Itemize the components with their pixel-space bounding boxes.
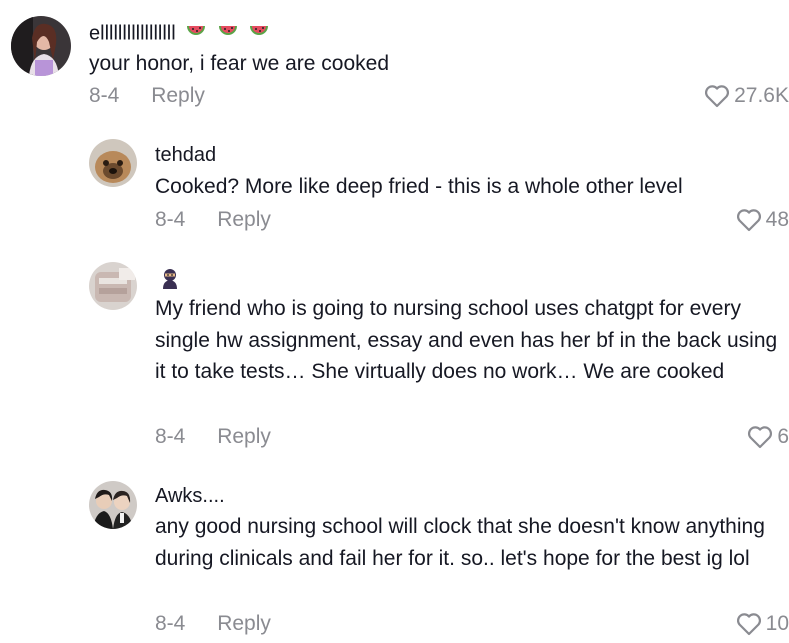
avatar[interactable] bbox=[89, 139, 137, 187]
ninja-icon bbox=[160, 267, 180, 295]
username[interactable]: tehdad bbox=[155, 144, 216, 167]
heart-icon bbox=[736, 612, 762, 636]
like-count: 10 bbox=[765, 612, 789, 635]
heart-icon bbox=[704, 84, 730, 108]
avatar[interactable] bbox=[89, 481, 137, 529]
watermelon-icon bbox=[248, 20, 270, 48]
reply-item: Awks.... any good nursing school will cl… bbox=[0, 475, 789, 643]
username[interactable]: Awks.... bbox=[155, 485, 225, 508]
heart-icon bbox=[736, 208, 762, 232]
reply-button[interactable]: Reply bbox=[217, 208, 271, 232]
reply-item: My friend who is going to nursing school… bbox=[0, 255, 789, 465]
like-button[interactable]: 6 bbox=[747, 425, 789, 449]
username-text: elllllllllllllllll bbox=[89, 22, 176, 45]
like-button[interactable]: 27.6K bbox=[704, 84, 789, 108]
avatar[interactable] bbox=[89, 262, 137, 310]
heart-icon bbox=[747, 425, 773, 449]
reply-item: tehdad Cooked? More like deep fried - th… bbox=[0, 130, 789, 240]
like-button[interactable]: 10 bbox=[736, 612, 789, 636]
watermelon-icon bbox=[217, 20, 239, 48]
reply-button[interactable]: Reply bbox=[151, 84, 205, 108]
comment-date: 8-4 bbox=[155, 425, 186, 448]
reply-button[interactable]: Reply bbox=[217, 425, 271, 449]
comment-item: elllllllllllllllll your honor, i fear we… bbox=[0, 0, 789, 120]
like-count: 48 bbox=[765, 208, 789, 231]
comment-text: Cooked? More like deep fried - this is a… bbox=[155, 175, 683, 198]
comment-text: your honor, i fear we are cooked bbox=[89, 52, 390, 75]
comment-meta: 8-4 Reply bbox=[155, 208, 271, 232]
avatar[interactable] bbox=[11, 16, 71, 76]
comment-meta: 8-4 Reply bbox=[155, 612, 271, 636]
like-button[interactable]: 48 bbox=[736, 208, 789, 232]
reply-button[interactable]: Reply bbox=[217, 612, 271, 636]
comment-text: My friend who is going to nursing school… bbox=[155, 297, 778, 383]
comment-meta: 8-4 Reply bbox=[155, 425, 271, 449]
comment-text: any good nursing school will clock that … bbox=[155, 515, 765, 570]
like-count: 27.6K bbox=[734, 84, 789, 107]
like-count: 6 bbox=[777, 425, 789, 448]
comment-meta: 8-4 Reply bbox=[89, 84, 205, 108]
comment-date: 8-4 bbox=[89, 84, 120, 107]
watermelon-icon bbox=[185, 20, 207, 48]
username[interactable]: elllllllllllllllll bbox=[89, 20, 270, 48]
comment-date: 8-4 bbox=[155, 612, 186, 635]
username[interactable] bbox=[160, 267, 180, 295]
comment-date: 8-4 bbox=[155, 208, 186, 231]
